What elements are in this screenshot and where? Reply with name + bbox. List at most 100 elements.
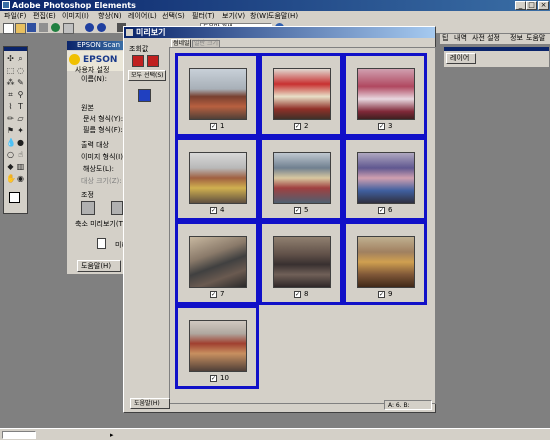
minimize-button[interactable]: _ — [515, 1, 526, 10]
menu-view[interactable]: 보기(V) — [222, 11, 245, 21]
thumbnail-9[interactable]: ✓ 9 — [343, 221, 427, 305]
undo-icon[interactable] — [85, 23, 94, 32]
auto-exposure-icon[interactable] — [138, 89, 151, 102]
photo-9 — [357, 236, 415, 288]
zoom-multi-icon[interactable] — [147, 55, 159, 67]
menu-help[interactable]: 도움말(H) — [268, 11, 298, 21]
web-icon[interactable] — [51, 23, 60, 32]
thumbnail-9-label: 9 — [388, 290, 393, 298]
palette-tab-history[interactable]: 내역 — [454, 34, 467, 43]
zoom-tool-icon[interactable]: ⌕ — [16, 54, 25, 63]
brush-tool-icon[interactable]: ⌇ — [6, 102, 15, 111]
thumbnail-6[interactable]: ✓ 6 — [343, 137, 427, 221]
thumbnail-7-label: 7 — [220, 290, 225, 298]
photo-8 — [273, 236, 331, 288]
move-tool-icon[interactable]: ✣ — [6, 54, 15, 63]
epson-title-bar: EPSON Scan — [67, 41, 123, 50]
thumbnail-grid: ✓ 1 ✓ 2 ✓ 3 ✓ 4 ✓ 5 ✓ 6 ✓ 7 ✓ 8 ✓ 9 ✓ 10 — [169, 47, 436, 404]
save-icon[interactable] — [27, 23, 36, 32]
magic-wand-icon[interactable]: ⁂ — [6, 78, 15, 87]
photo-5 — [273, 152, 331, 204]
menu-image[interactable]: 이미지(I) — [62, 11, 89, 21]
email-icon[interactable] — [63, 23, 74, 34]
thumbnail-7[interactable]: ✓ 7 — [175, 221, 259, 305]
thumbnail-5[interactable]: ✓ 5 — [259, 137, 343, 221]
layers-panel: 레이어 — [443, 46, 550, 68]
thumbnail-4[interactable]: ✓ 4 — [175, 137, 259, 221]
print-icon[interactable] — [39, 23, 48, 32]
palette-tab-help[interactable]: 도움말 — [526, 34, 545, 43]
eraser-tool-icon[interactable]: ▱ — [16, 114, 25, 123]
stamp-tool-icon[interactable]: ⚑ — [6, 126, 15, 135]
close-button[interactable]: × — [538, 1, 549, 10]
photo-2 — [273, 68, 331, 120]
thumbnail-4-checkbox[interactable]: ✓ — [210, 207, 217, 214]
maximize-button[interactable]: □ — [526, 1, 537, 10]
redeye-tool-icon[interactable]: ◉ — [16, 174, 25, 183]
thumbnail-8-checkbox[interactable]: ✓ — [294, 291, 301, 298]
lasso-tool-icon[interactable]: ◌ — [16, 66, 25, 75]
thumbnail-3[interactable]: ✓ 3 — [343, 53, 427, 137]
new-file-icon[interactable] — [3, 23, 14, 34]
pattern-tool-icon[interactable]: ✦ — [16, 126, 25, 135]
layers-title-bar — [444, 47, 549, 51]
open-icon[interactable] — [15, 23, 26, 34]
palette-tab-info[interactable]: 정보 — [510, 34, 523, 43]
menu-layer[interactable]: 레이어(L) — [128, 11, 157, 21]
foreground-color-swatch[interactable] — [9, 192, 20, 203]
crop-tool-icon[interactable]: ⌗ — [6, 90, 15, 99]
zoom-single-icon[interactable] — [132, 55, 144, 67]
thumbnail-10[interactable]: ✓ 10 — [175, 305, 259, 389]
sponge-tool-icon[interactable]: ● — [16, 138, 25, 147]
target-size-label[interactable]: 대상 크기(Z): — [81, 177, 122, 186]
adjust-button-1[interactable] — [81, 201, 95, 215]
dodge-tool-icon[interactable]: ○ — [6, 150, 15, 159]
toolbox: ✣ ⌕ ⬚ ◌ ⁂ ✎ ⌗ ⚲ ⌇ T ✏ ▱ ⚑ ✦ 💧 ● ○ ☝ ◆ ▥ … — [3, 46, 28, 214]
section-source: 원본 — [81, 104, 94, 112]
palette-tab-presets[interactable]: 사전 설정 — [472, 34, 500, 43]
photo-1 — [189, 68, 247, 120]
thumbnail-7-checkbox[interactable]: ✓ — [210, 291, 217, 298]
thumbnail-10-checkbox[interactable]: ✓ — [210, 375, 217, 382]
thumbnail-3-checkbox[interactable]: ✓ — [378, 123, 385, 130]
thumbnail-1-checkbox[interactable]: ✓ — [210, 123, 217, 130]
gradient-tool-icon[interactable]: ▥ — [16, 162, 25, 171]
menu-file[interactable]: 파일(F) — [4, 11, 26, 21]
menu-edit[interactable]: 편집(E) — [33, 11, 56, 21]
menu-enhance[interactable]: 향상(N) — [98, 11, 122, 21]
marquee-tool-icon[interactable]: ⬚ — [6, 66, 15, 75]
thumbnail-9-checkbox[interactable]: ✓ — [378, 291, 385, 298]
image-type-label[interactable]: 이미지 형식(I): — [81, 153, 125, 162]
thumbnail-2-label: 2 — [304, 122, 309, 130]
eyedropper-icon[interactable]: ⚲ — [16, 90, 25, 99]
thumbnail-preview-checkbox[interactable]: 축소 미리보기(T) — [75, 220, 126, 229]
palette-tab-tips[interactable]: 팁 — [442, 34, 448, 43]
status-arrow-icon[interactable]: ▸ — [110, 431, 114, 439]
menu-select[interactable]: 선택(S) — [162, 11, 185, 21]
doc-type-label: 문서 형식(Y): — [83, 115, 124, 123]
app-icon — [2, 1, 10, 9]
photo-4 — [189, 152, 247, 204]
thumbnail-2[interactable]: ✓ 2 — [259, 53, 343, 137]
status-bar: ▸ — [0, 428, 550, 440]
thumbnail-5-checkbox[interactable]: ✓ — [294, 207, 301, 214]
pencil-tool-icon[interactable]: ✏ — [6, 114, 15, 123]
text-tool-icon[interactable]: T — [16, 102, 25, 111]
menu-filter[interactable]: 필터(T) — [192, 11, 215, 21]
selection-brush-icon[interactable]: ✎ — [16, 78, 25, 87]
section-adjust: 조정 — [81, 191, 94, 199]
hand-tool-icon[interactable]: ✋ — [6, 174, 16, 183]
thumbnail-2-checkbox[interactable]: ✓ — [294, 123, 301, 130]
thumbnail-8[interactable]: ✓ 8 — [259, 221, 343, 305]
thumbnail-1[interactable]: ✓ 1 — [175, 53, 259, 137]
setting-label: 사용자 설정 — [75, 66, 110, 74]
bucket-tool-icon[interactable]: ◆ — [6, 162, 15, 171]
blur-tool-icon[interactable]: 💧 — [6, 138, 16, 147]
smudge-tool-icon[interactable]: ☝ — [16, 150, 25, 159]
thumbnail-6-checkbox[interactable]: ✓ — [378, 207, 385, 214]
redo-icon[interactable] — [97, 23, 106, 32]
adjust-button-2[interactable] — [111, 201, 123, 215]
epson-scan-window: EPSON Scan EPSON 사용자 설정 이름(N): 원본 문서 형식(… — [66, 40, 141, 275]
palette-well: 팁 내역 사전 설정 정보 도움말 — [440, 34, 550, 44]
menu-window[interactable]: 창(W) — [250, 11, 269, 21]
